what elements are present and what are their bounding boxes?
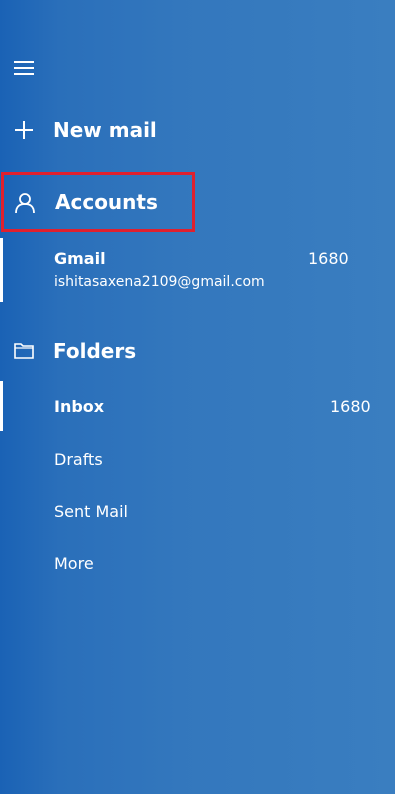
plus-icon <box>15 121 33 139</box>
folder-item-drafts[interactable]: Drafts <box>0 434 395 484</box>
accounts-button[interactable]: Accounts <box>0 172 395 232</box>
folder-item-inbox[interactable]: Inbox 1680 <box>0 381 395 431</box>
folder-item-sent-mail[interactable]: Sent Mail <box>0 486 395 536</box>
hamburger-icon[interactable] <box>14 60 34 76</box>
account-email: ishitasaxena2109@gmail.com <box>54 274 265 290</box>
person-icon <box>15 193 35 214</box>
folder-name: Sent Mail <box>54 502 128 521</box>
folder-unread-count: 1680 <box>330 397 371 416</box>
account-item-gmail[interactable]: Gmail 1680 ishitasaxena2109@gmail.com <box>0 238 395 302</box>
selection-bar <box>0 238 3 302</box>
folders-button[interactable]: Folders <box>0 336 395 366</box>
account-unread-count: 1680 <box>308 249 349 268</box>
new-mail-label: New mail <box>53 118 157 142</box>
mail-navigation-pane: New mail Accounts Gmail 1680 ishitasaxen… <box>0 0 395 794</box>
folder-item-more[interactable]: More <box>0 538 395 588</box>
folders-heading: Folders <box>53 339 137 363</box>
accounts-heading: Accounts <box>55 190 158 214</box>
selection-bar <box>0 381 3 431</box>
folder-icon <box>14 343 34 359</box>
folder-name: Drafts <box>54 450 103 469</box>
new-mail-button[interactable]: New mail <box>0 112 395 148</box>
folder-name: Inbox <box>54 397 105 416</box>
folder-name: More <box>54 554 94 573</box>
account-name: Gmail <box>54 249 106 268</box>
